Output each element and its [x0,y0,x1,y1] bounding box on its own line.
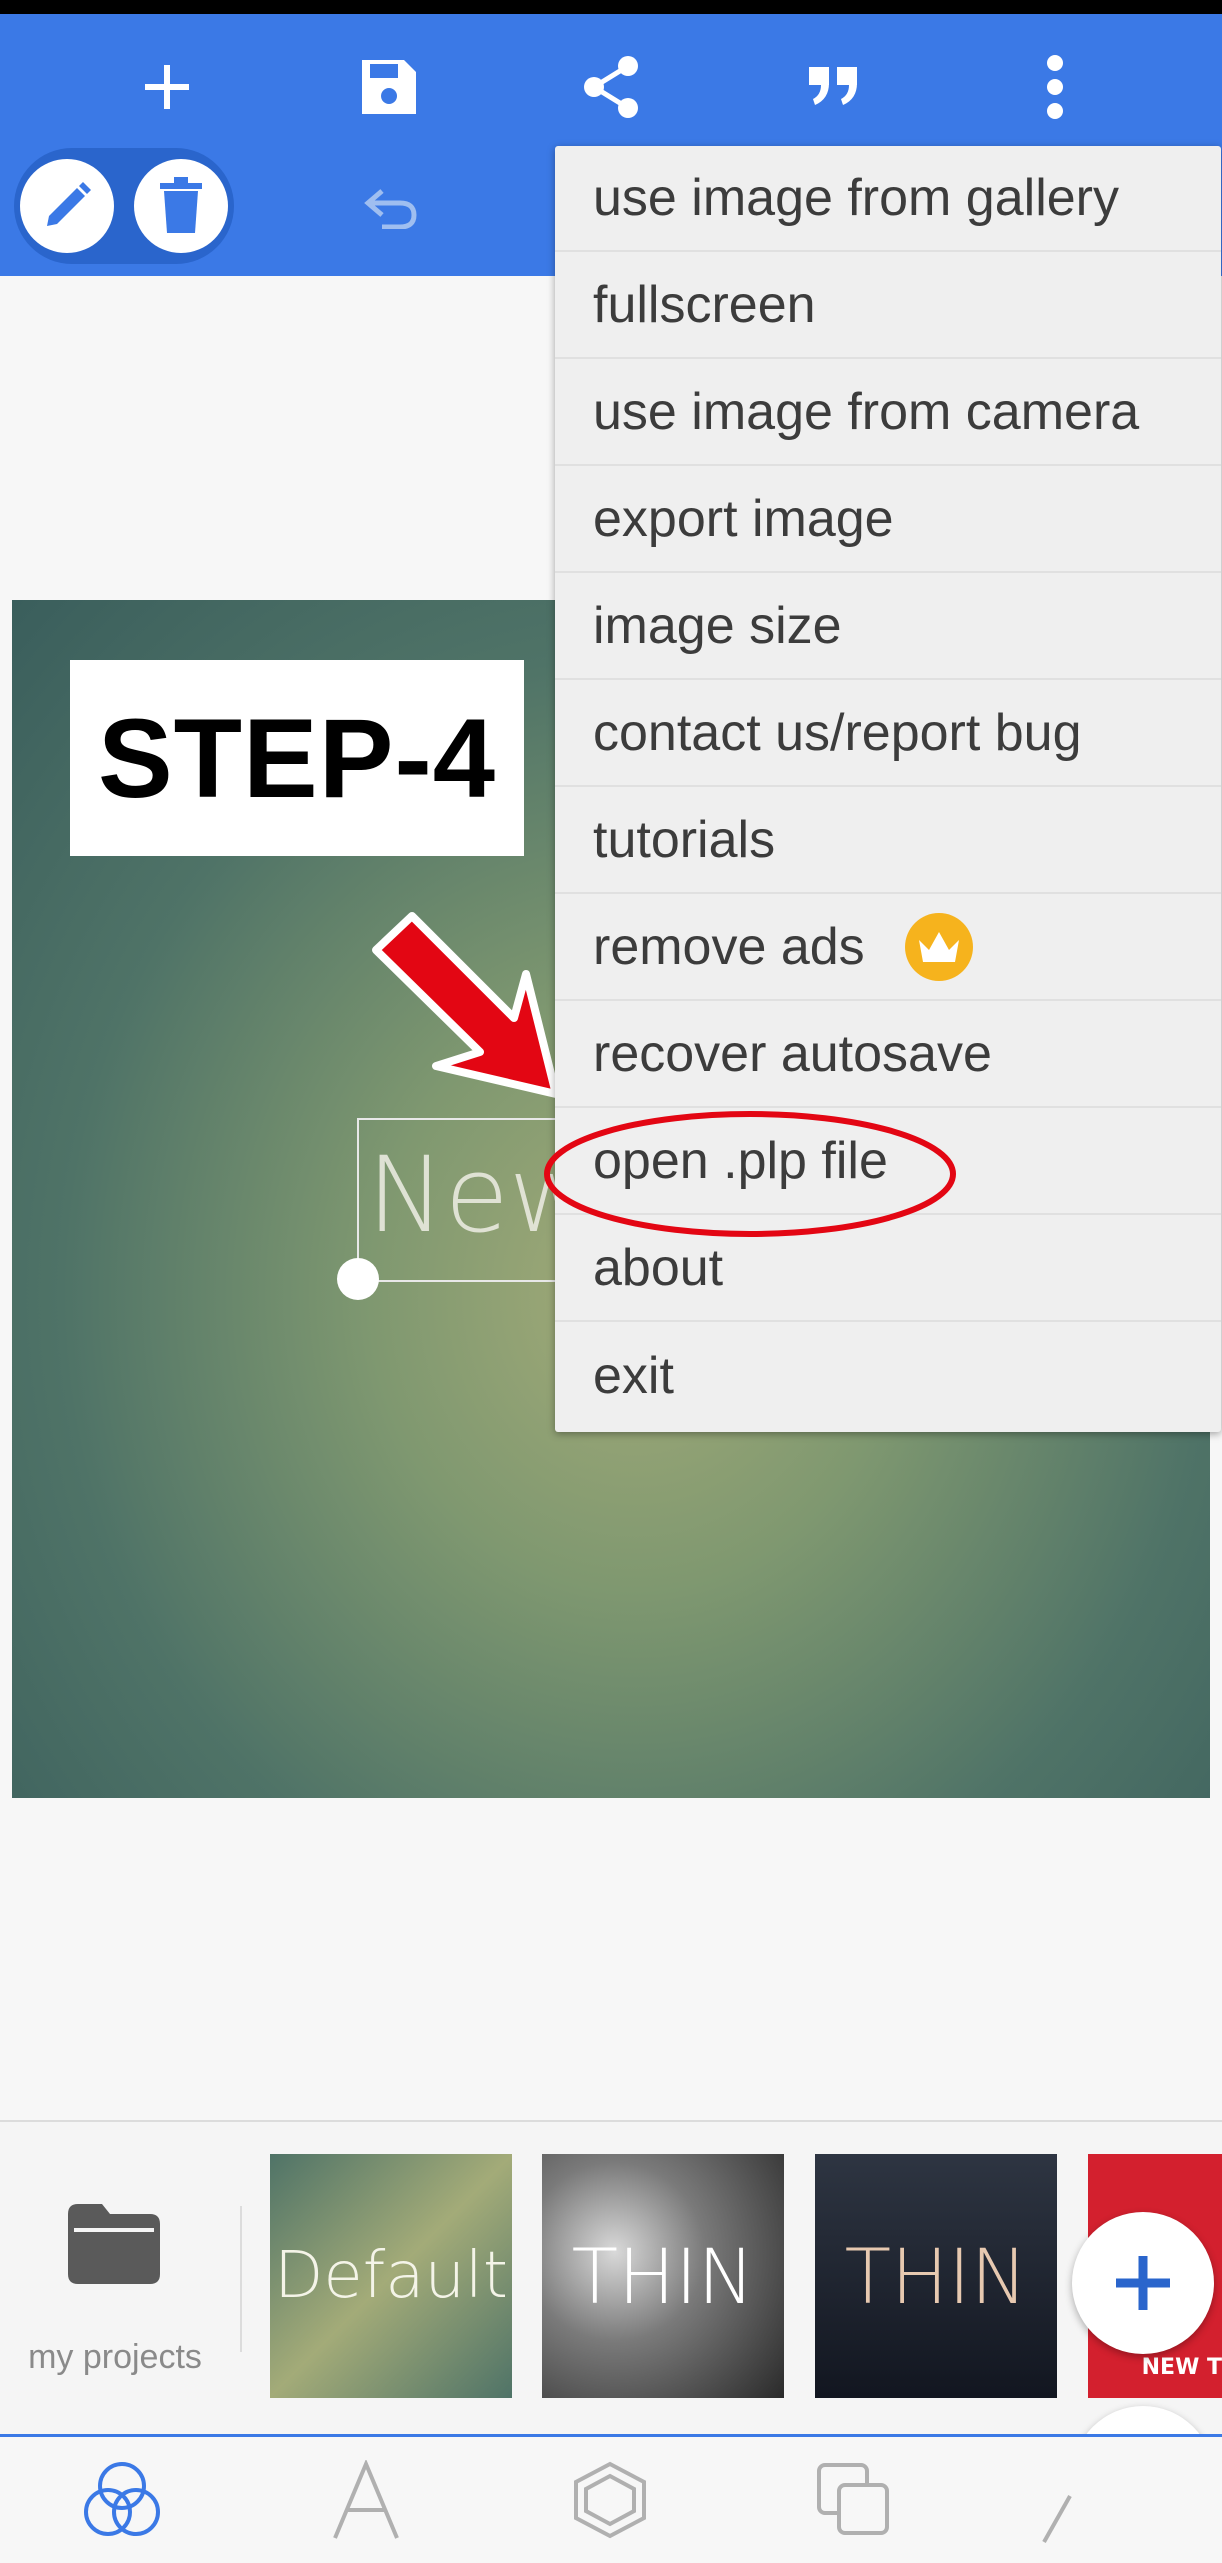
delete-icon [160,177,202,233]
menu-item-label: recover autosave [593,1025,992,1083]
menu-item-label: image size [593,597,842,655]
divider [240,2206,242,2352]
quote-icon [809,67,857,105]
tab-blend[interactable] [72,2450,172,2550]
menu-item-label: use image from gallery [593,169,1119,227]
menu-item-remove-ads[interactable]: remove ads [555,895,1221,1001]
add-fab[interactable] [1072,2212,1214,2354]
red-arrow-annotation [372,912,560,1098]
menu-item-use-image-from-gallery[interactable]: use image from gallery [555,146,1221,252]
undo-button[interactable] [336,152,446,262]
delete-button[interactable] [134,159,228,253]
my-projects-button[interactable]: my projects [10,2196,220,2386]
tab-draw[interactable] [1040,2486,1080,2546]
menu-item-image-size[interactable]: image size [555,574,1221,680]
status-bar [0,0,1222,14]
add-icon [1116,2256,1170,2310]
step-label-box: STEP-4 [70,660,524,856]
shape-icon [574,2461,646,2539]
share-button[interactable] [556,32,666,142]
blend-icon [84,2462,160,2536]
template-default[interactable]: Default [270,2154,512,2398]
share-icon [584,56,638,118]
text-icon [333,2460,399,2539]
template-label: THIN [571,2231,755,2321]
edit-button[interactable] [20,159,114,253]
menu-item-fullscreen[interactable]: fullscreen [555,253,1221,359]
menu-item-export-image[interactable]: export image [555,467,1221,573]
crown-icon [904,913,973,981]
more-options-button[interactable] [1000,32,1110,142]
draw-icon [1042,2495,1072,2543]
template-thin-dark[interactable]: THIN [815,2154,1057,2398]
edit-icon [47,182,91,226]
template-thin-bokeh[interactable]: THIN [542,2154,784,2398]
quote-button[interactable] [778,32,888,142]
menu-item-tutorials[interactable]: tutorials [555,788,1221,894]
menu-item-recover-autosave[interactable]: recover autosave [555,1002,1221,1108]
menu-item-label: use image from camera [593,383,1140,441]
more-vert-icon [1047,55,1063,119]
undo-icon [364,189,417,229]
menu-item-label: export image [593,490,894,548]
folder-icon [68,2204,160,2284]
add-icon [145,65,189,109]
menu-item-exit[interactable]: exit [555,1323,1221,1429]
highlight-ellipse [544,1111,956,1237]
step-label: STEP-4 [97,695,497,821]
save-icon [362,60,416,114]
menu-item-label: remove ads [593,918,865,976]
tab-layers[interactable] [804,2450,904,2550]
menu-item-label: contact us/report bug [593,704,1082,762]
tab-shape[interactable] [560,2450,660,2550]
template-label: THIN [844,2231,1028,2321]
template-label: Default [274,2239,508,2313]
my-projects-label: my projects [28,2338,202,2376]
menu-item-label: fullscreen [593,276,816,334]
menu-item-label: tutorials [593,811,776,869]
tab-text[interactable] [316,2450,416,2550]
add-button[interactable] [112,32,222,142]
menu-item-label: exit [593,1347,674,1405]
text-layer-content: New [367,1134,559,1256]
template-label: NEW T [1141,2355,1222,2380]
menu-item-contact-us[interactable]: contact us/report bug [555,681,1221,787]
save-button[interactable] [334,32,444,142]
text-layer-frame[interactable]: New [357,1118,561,1282]
layers-icon [817,2463,889,2535]
menu-item-use-image-from-camera[interactable]: use image from camera [555,360,1221,466]
resize-handle[interactable] [337,1258,379,1300]
